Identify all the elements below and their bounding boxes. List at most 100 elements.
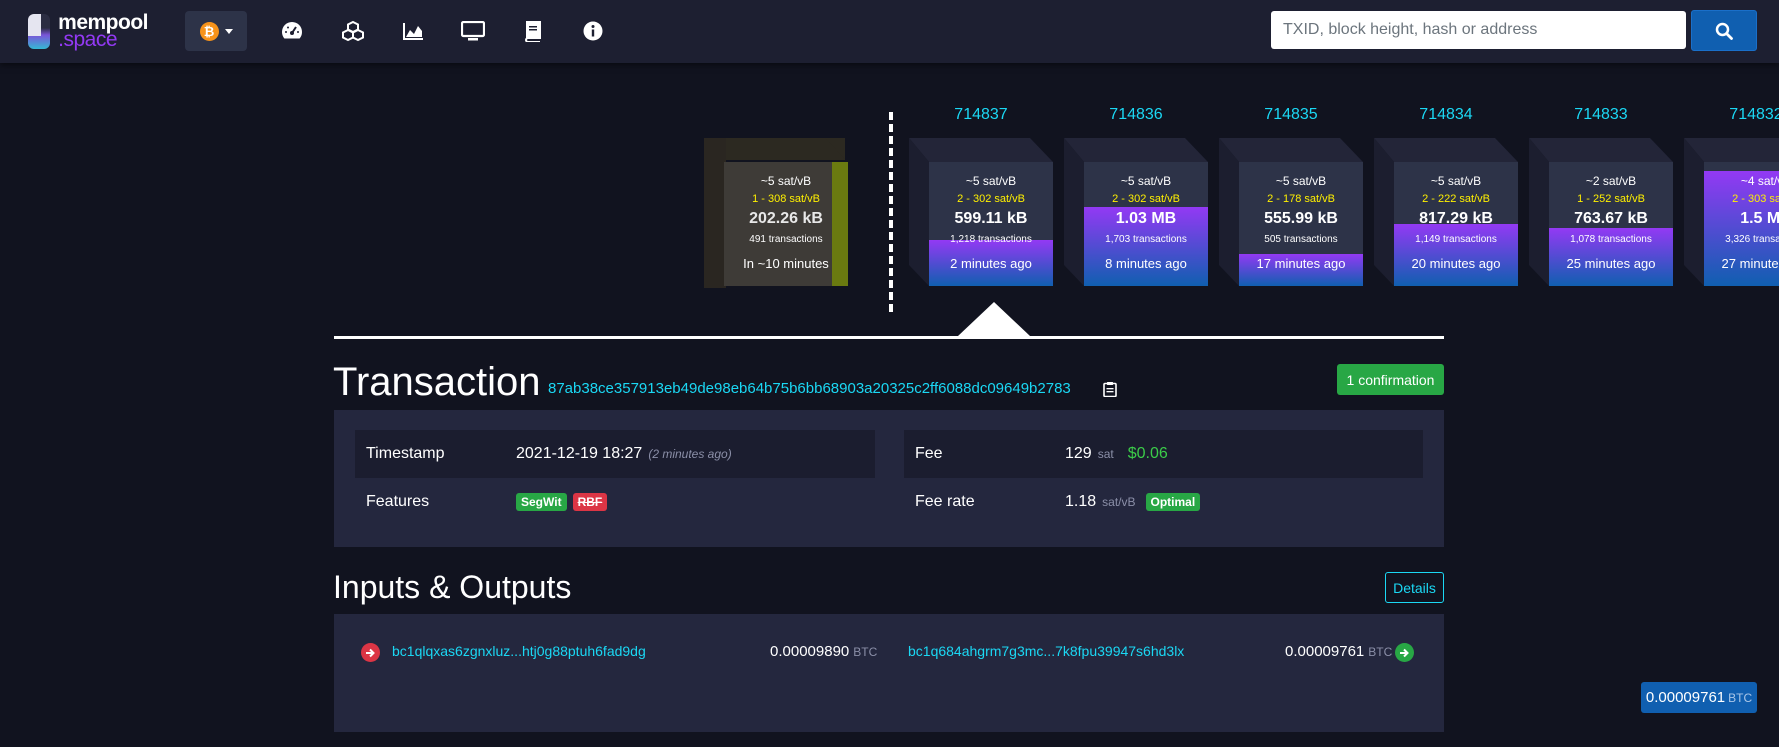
- optimal-badge: Optimal: [1145, 493, 1201, 511]
- block-714837[interactable]: 714837 ~5 sat/vB 2 - 302 sat/vB 599.11 k…: [909, 106, 1053, 288]
- segwit-badge: SegWit: [516, 493, 567, 511]
- block-height[interactable]: 714835: [1219, 106, 1363, 124]
- block-fee-range: 2 - 178 sat/vB: [1267, 193, 1335, 205]
- tv-icon[interactable]: [461, 20, 485, 42]
- block-height[interactable]: 714834: [1374, 106, 1518, 124]
- block-median-fee: ~5 sat/vB: [965, 174, 1017, 188]
- clipboard-icon[interactable]: [1103, 381, 1117, 398]
- about-icon[interactable]: [581, 20, 605, 42]
- output-arrow-icon[interactable]: [1395, 643, 1414, 662]
- details-button[interactable]: Details: [1385, 572, 1444, 603]
- search-icon: [1715, 22, 1733, 40]
- block-time: 20 minutes ago: [1411, 256, 1501, 271]
- block-median-fee: ~5 sat/vB: [1275, 174, 1327, 188]
- timestamp-row: Timestamp 2021-12-19 18:27 (2 minutes ag…: [355, 430, 875, 478]
- docs-icon[interactable]: [521, 20, 545, 42]
- timestamp-label: Timestamp: [366, 445, 445, 462]
- block-tx-count: 505 transactions: [1264, 234, 1338, 245]
- block-fee-range: 2 - 302 sat/vB: [957, 193, 1025, 205]
- block-tx-count: 1,149 transactions: [1415, 234, 1497, 245]
- inputs-outputs-panel: bc1qlqxas6zgnxluz...htj0g88ptuh6fad9dg 0…: [334, 614, 1757, 732]
- features-row: Features SegWit RBF: [355, 478, 875, 526]
- bitcoin-icon: ₿: [199, 21, 219, 41]
- block-eta: In ~10 minutes: [743, 256, 829, 271]
- mempool-logo[interactable]: mempool .space: [28, 12, 148, 50]
- block-714832[interactable]: 714832 ~4 sat/vB 2 - 303 sat/vB 1.5 MB 3…: [1684, 106, 1779, 288]
- network-selector-button[interactable]: ₿: [185, 11, 247, 51]
- block-tx-count: 1,078 transactions: [1570, 234, 1652, 245]
- input-amount-unit: BTC: [853, 645, 878, 659]
- mempool-divider: [889, 112, 893, 312]
- io-section-title: Inputs & Outputs: [333, 569, 572, 605]
- caret-down-icon: [224, 28, 233, 34]
- search-input[interactable]: [1271, 11, 1686, 49]
- selected-block-pointer: [958, 302, 1030, 336]
- graphs-icon[interactable]: [401, 20, 425, 42]
- block-median-fee: ~4 sat/vB: [1740, 174, 1779, 188]
- blocks-icon[interactable]: [341, 20, 365, 42]
- block-time: 17 minutes ago: [1256, 256, 1346, 271]
- timestamp-ago: (2 minutes ago): [648, 447, 732, 461]
- fee-row: Fee 129 sat $0.06: [904, 430, 1423, 478]
- block-time: 8 minutes ago: [1105, 256, 1187, 271]
- total-amount-value: 0.00009761: [1645, 689, 1726, 706]
- fee-label: Fee: [915, 445, 943, 462]
- block-714836[interactable]: 714836 ~5 sat/vB 2 - 302 sat/vB 1.03 MB …: [1064, 106, 1208, 288]
- block-tx-count: 1,218 transactions: [950, 234, 1032, 245]
- page-title: Transaction: [333, 360, 541, 404]
- search-button[interactable]: [1691, 10, 1757, 51]
- features-label: Features: [366, 493, 430, 510]
- fee-rate-row: Fee rate 1.18 sat/vB Optimal: [904, 478, 1423, 526]
- block-median-fee: ~2 sat/vB: [1585, 174, 1637, 188]
- block-median-fee: ~5 sat/vB: [760, 174, 812, 188]
- block-size: 555.99 kB: [1264, 210, 1338, 227]
- block-height[interactable]: 714836: [1064, 106, 1208, 124]
- output-amount-value: 0.00009761: [1285, 643, 1365, 660]
- block-time: 25 minutes ago: [1566, 256, 1656, 271]
- block-median-fee: ~5 sat/vB: [1120, 174, 1172, 188]
- input-arrow-icon[interactable]: [361, 643, 380, 662]
- block-tx-count: 1,703 transactions: [1105, 234, 1187, 245]
- block-fee-range: 2 - 303 sat/vB: [1732, 193, 1779, 205]
- block-714834[interactable]: 714834 ~5 sat/vB 2 - 222 sat/vB 817.29 k…: [1374, 106, 1518, 288]
- mempool-block[interactable]: ~5 sat/vB 1 - 308 sat/vB 202.26 kB 491 t…: [704, 138, 848, 288]
- output-amount-unit: BTC: [1368, 645, 1393, 659]
- txid-link[interactable]: 87ab38ce357913eb49de98eb64b75b6bb68903a2…: [548, 380, 1071, 397]
- total-output-badge: 0.00009761 BTC: [1641, 682, 1757, 713]
- block-height[interactable]: 714837: [909, 106, 1053, 124]
- fee-unit: sat: [1097, 447, 1114, 461]
- fee-rate-value: 1.18: [1065, 493, 1097, 510]
- block-714835[interactable]: 714835 ~5 sat/vB 2 - 178 sat/vB 555.99 k…: [1219, 106, 1363, 288]
- transaction-details: Timestamp 2021-12-19 18:27 (2 minutes ag…: [334, 410, 1444, 547]
- block-fee-range: 1 - 252 sat/vB: [1577, 193, 1645, 205]
- block-size: 1.5 MB: [1740, 210, 1779, 227]
- output-address-link[interactable]: bc1q684ahgrm7g3mc...7k8fpu39947s6hd3lx: [908, 643, 1184, 659]
- dashboard-icon[interactable]: [280, 20, 304, 42]
- input-amount-value: 0.00009890: [770, 643, 850, 660]
- block-median-fee: ~5 sat/vB: [1430, 174, 1482, 188]
- input-address-link[interactable]: bc1qlqxas6zgnxluz...htj0g88ptuh6fad9dg: [392, 643, 646, 659]
- fee-usd: $0.06: [1127, 445, 1168, 462]
- block-tx-count: 3,326 transactions: [1725, 234, 1779, 245]
- rbf-badge: RBF: [572, 493, 608, 511]
- block-time: 2 minutes ago: [950, 256, 1032, 271]
- block-fee-range: 1 - 308 sat/vB: [752, 193, 820, 205]
- block-time: 27 minutes ago: [1721, 256, 1779, 271]
- section-divider: [334, 336, 1444, 339]
- block-714833[interactable]: 714833 ~2 sat/vB 1 - 252 sat/vB 763.67 k…: [1529, 106, 1673, 288]
- block-size: 599.11 kB: [954, 210, 1028, 227]
- block-size: 202.26 kB: [749, 210, 823, 227]
- block-fee-range: 2 - 222 sat/vB: [1422, 193, 1490, 205]
- confirmation-badge: 1 confirmation: [1337, 364, 1444, 395]
- output-amount: 0.00009761 BTC: [1285, 643, 1392, 660]
- total-amount-unit: BTC: [1728, 690, 1753, 705]
- block-tx-count: 491 transactions: [749, 234, 823, 245]
- block-size: 817.29 kB: [1419, 210, 1493, 227]
- block-size: 1.03 MB: [1115, 210, 1177, 227]
- block-height[interactable]: 714833: [1529, 106, 1673, 124]
- navbar: mempool .space ₿: [0, 0, 1779, 63]
- input-amount: 0.00009890 BTC: [770, 643, 877, 660]
- fee-value: 129: [1065, 445, 1092, 462]
- logo-icon: [28, 13, 51, 49]
- block-height[interactable]: 714832: [1684, 106, 1779, 124]
